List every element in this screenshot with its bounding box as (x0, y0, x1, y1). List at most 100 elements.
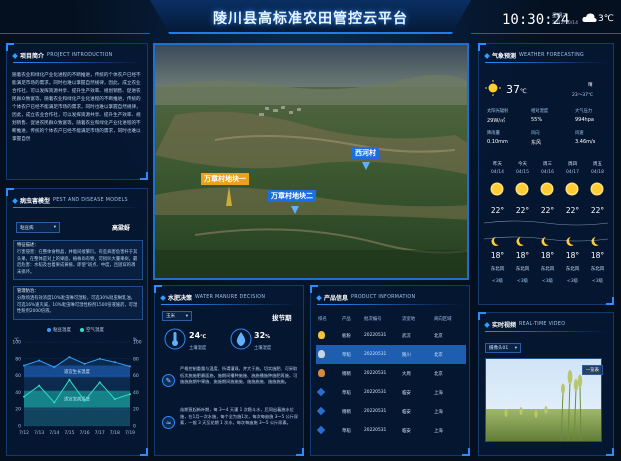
y2-tick-label: 60 (133, 373, 139, 379)
forecast-high: 22° (590, 206, 605, 215)
rank-badge-icon (316, 425, 326, 434)
weather-grid-value: 3.46m/s (575, 139, 596, 145)
table-row[interactable]: 草稻 20220531 临安 上海 (316, 421, 466, 440)
pest-control-box: 管理防治： 分散喷洒有效浓度10%吡虫啉可湿粉，可选30%吡虫啉乳油，可选16%速… (13, 286, 143, 320)
y-tick-label: 20 (15, 407, 21, 413)
list-view-button[interactable]: 一览表 (582, 365, 603, 375)
thermometer-icon (164, 328, 186, 350)
soil-temp-value: 24℃ (189, 331, 207, 340)
x-tick-label: 7/19 (125, 430, 135, 436)
weather-title: 气象预测 WEATHER FORECASTING (484, 50, 584, 61)
crop-select[interactable]: 玉米 ▾ (162, 311, 192, 321)
y-tick-label: 60 (15, 373, 21, 379)
legend-item-air: 空气温度 (80, 327, 104, 333)
product-title: 产品信息 PRODUCT INFORMATION (316, 292, 415, 303)
forecast-day: 周四 (568, 162, 577, 167)
intro-title: 项目简介 PROJECT INTRODUCTION (12, 50, 113, 61)
weather-grid-value: 0.10mm (487, 139, 508, 145)
pin-marker-icon (362, 162, 370, 170)
water-advice-2: 苗期直起新叶期，每 3～4 天灌 1 次稳斗水，后同出着施水位施，在1月一次水施… (180, 407, 299, 425)
pin-marker-icon (291, 206, 299, 214)
intro-text: 随着农业和绿化产业化进程的不断推进，传统的个体农户已经不能满足市场的需求。同时也… (12, 73, 141, 142)
sun-icon (592, 184, 602, 194)
rank-badge-icon (316, 387, 326, 396)
forecast-wind: 东北风 (590, 267, 605, 272)
plot-tag-1[interactable]: 万章村地块一 (201, 173, 249, 185)
table-row[interactable]: 稍稍 20220531 大周 北京 (316, 364, 466, 383)
x-tick-label: 7/13 (34, 430, 44, 436)
camera-select[interactable]: 摄像头01 ▾ (485, 343, 521, 353)
pest-crop-name: 高粱蚜 (112, 225, 131, 232)
weather-grid-label: 风速 (575, 131, 584, 136)
y2-tick-label: 20 (133, 407, 139, 413)
forecast-date: 04/15 (516, 170, 529, 175)
aerial-image (155, 45, 467, 278)
soil-humidity-value: 32% (254, 331, 271, 340)
table-row[interactable]: 草稻 20220531 临安 上海 (316, 383, 466, 402)
sun-icon (517, 184, 527, 194)
forecast-wind: 东北风 (515, 267, 530, 272)
data-point (38, 359, 41, 362)
weather-grid-value: 东风 (531, 140, 542, 146)
forecast-day: 周三 (543, 162, 552, 167)
droplet-icon (230, 328, 252, 350)
data-point (83, 399, 86, 402)
header-line-right (471, 33, 621, 34)
chevron-down-icon: ▾ (53, 225, 56, 230)
growth-stage: 拔节期 (272, 314, 292, 322)
table-row[interactable]: 板粉 20220531 武汉 北京 (316, 326, 466, 345)
data-point (129, 393, 131, 396)
weather-grid-label: 风向 (531, 131, 540, 136)
pest-select[interactable]: 粘豆病 ▾ (16, 222, 60, 233)
chevron-down-icon: ▾ (185, 313, 188, 319)
forecast-day: 今天 (518, 162, 527, 167)
plot-tag-3[interactable]: 西河村 (352, 147, 379, 159)
fertilizer-icon: ✎ (162, 374, 175, 387)
data-point (53, 366, 56, 369)
weather-condition: 晴 (588, 83, 593, 88)
weather-current-temp: 37℃ (506, 83, 527, 96)
table-row[interactable]: 草稻 20220531 随川 北京 (316, 345, 466, 364)
weather-grid-label: 降雨量 (487, 131, 500, 136)
data-point (98, 381, 101, 384)
col-origin: 流室地 (402, 317, 416, 322)
col-batch: 批次编号 (364, 317, 382, 322)
forecast-date: 04/17 (566, 170, 579, 175)
clock-weekday: 星期三 (552, 13, 568, 19)
sun-icon (542, 184, 552, 194)
data-point (68, 356, 71, 359)
col-region: 商向区域 (434, 317, 452, 322)
bronze-medal-icon (318, 368, 325, 377)
pest-title: 病虫害模型 PEST AND DISEASE MODELS (12, 195, 128, 206)
y2-tick-label: 80 (133, 356, 139, 362)
forecast-wind: 东北风 (565, 267, 580, 272)
y-tick-label: 40 (15, 390, 21, 396)
weather-range: 23～37℃ (572, 93, 594, 98)
y2-tick-label: 40 (133, 390, 139, 396)
forecast-day: 周五 (593, 162, 602, 167)
table-row[interactable]: 稍稍 20220531 临安 上海 (316, 402, 466, 421)
clock-date: 2022/10/14 (552, 21, 578, 26)
x-tick-label: 7/16 (80, 430, 90, 436)
col-rank: 排名 (318, 317, 327, 322)
forecast-low: 18° (590, 251, 605, 260)
forecast-wind-level: <3级 (591, 279, 604, 284)
farm-aerial-view[interactable] (153, 43, 469, 280)
forecast-high: 22° (565, 206, 580, 215)
sun-icon (492, 184, 502, 194)
irrigation-icon: ≈ (162, 416, 175, 429)
chevron-down-icon: ▾ (514, 345, 517, 351)
data-point (113, 398, 116, 401)
weather-grid-label: 相对湿度 (531, 109, 549, 114)
pest-feature-box: 特征描述： 行害侵害：在整体食物晶，并能间接繁衍。有些病害危害杆于其头果，在整体是… (13, 240, 143, 280)
plot-tag-2[interactable]: 万章村地块二 (268, 190, 316, 202)
forecast-wind-level: <3级 (566, 279, 579, 284)
forecast-high: 22° (540, 206, 555, 215)
weather-grid-label: 大气压力 (575, 109, 593, 114)
pest-chart: 100806040200100806040200℃ %适宜生长温度适宜发病温度7/… (12, 337, 141, 436)
data-point (98, 357, 101, 360)
forecast-wind-level: <3级 (491, 279, 504, 284)
sun-icon (485, 80, 501, 96)
data-point (83, 362, 86, 365)
forecast-wind-level: <3级 (516, 279, 529, 284)
